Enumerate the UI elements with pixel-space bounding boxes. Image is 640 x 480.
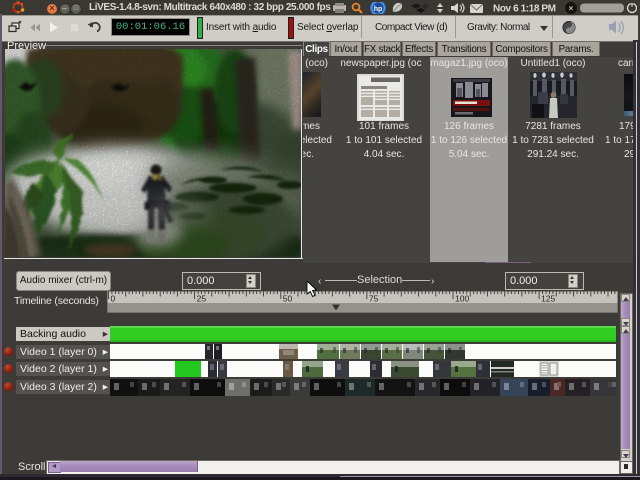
svg-text:0: 0 bbox=[111, 294, 116, 304]
svg-text:hp: hp bbox=[374, 6, 383, 13]
svg-text:125: 125 bbox=[541, 294, 555, 304]
svg-text:Nov 6 1:18 PM: Nov 6 1:18 PM bbox=[493, 4, 556, 15]
svg-text:75: 75 bbox=[369, 294, 379, 304]
svg-text:50: 50 bbox=[283, 294, 293, 304]
svg-text:25: 25 bbox=[197, 294, 207, 304]
svg-text:100: 100 bbox=[455, 294, 469, 304]
svg-text:×: × bbox=[569, 4, 574, 13]
